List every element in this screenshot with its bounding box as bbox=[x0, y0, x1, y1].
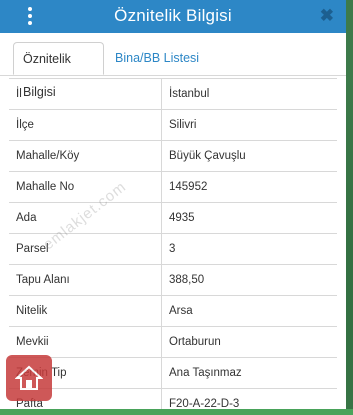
row-value: 3 bbox=[169, 243, 176, 255]
row-key: Ada bbox=[9, 203, 162, 233]
dialog-header: Öznitelik Bilgisi ✖ bbox=[0, 0, 346, 33]
row-key: Tapu Alanı bbox=[9, 265, 162, 295]
row-key: İl bbox=[9, 79, 162, 109]
dialog-title: Öznitelik Bilgisi bbox=[114, 6, 232, 25]
tab-building-list[interactable]: Bina/BB Listesi bbox=[106, 42, 208, 75]
row-key: Parsel bbox=[9, 234, 162, 264]
attribute-table: İl İstanbul İlçe Silivri Mahalle/Köy Büyük … bbox=[9, 78, 337, 415]
row-value: 145952 bbox=[169, 181, 208, 193]
table-row: İl İstanbul bbox=[9, 79, 337, 110]
row-key: İlçe bbox=[9, 110, 162, 140]
table-row: Parsel 3 bbox=[9, 234, 337, 265]
close-icon[interactable]: ✖ bbox=[320, 6, 334, 26]
table-row: Mahalle No 145952 bbox=[9, 172, 337, 203]
map-bottom-strip bbox=[0, 409, 353, 415]
row-key: Mevkii bbox=[9, 327, 162, 357]
tab-bar: Öznitelik Bilgisi Bina/BB Listesi bbox=[0, 33, 346, 99]
row-value: Silivri bbox=[169, 119, 197, 131]
row-value: Ortaburun bbox=[169, 336, 221, 348]
table-row: Nitelik Arsa bbox=[9, 296, 337, 327]
table-row: Ada 4935 bbox=[9, 203, 337, 234]
row-value: 388,50 bbox=[169, 274, 205, 286]
row-key: Nitelik bbox=[9, 296, 162, 326]
row-value: Arsa bbox=[169, 305, 193, 317]
row-key: Mahalle No bbox=[9, 172, 162, 202]
tab-attribute-info[interactable]: Öznitelik Bilgisi bbox=[13, 42, 104, 99]
row-key: Mahalle/Köy bbox=[9, 141, 162, 171]
row-value: Ana Taşınmaz bbox=[169, 367, 242, 379]
attribute-dialog: Öznitelik Bilgisi ✖ Öznitelik Bilgisi Bi… bbox=[0, 0, 346, 415]
row-value: İstanbul bbox=[169, 88, 210, 100]
row-value: Büyük Çavuşlu bbox=[169, 150, 246, 162]
table-row: Mevkii Ortaburun bbox=[9, 327, 337, 358]
table-row: Mahalle/Köy Büyük Çavuşlu bbox=[9, 141, 337, 172]
row-value: 4935 bbox=[169, 212, 195, 224]
house-logo-icon bbox=[6, 355, 52, 401]
table-row: Tapu Alanı 388,50 bbox=[9, 265, 337, 296]
table-row: İlçe Silivri bbox=[9, 110, 337, 141]
table-row: Zemin TipAna Taşınmaz bbox=[9, 358, 337, 389]
